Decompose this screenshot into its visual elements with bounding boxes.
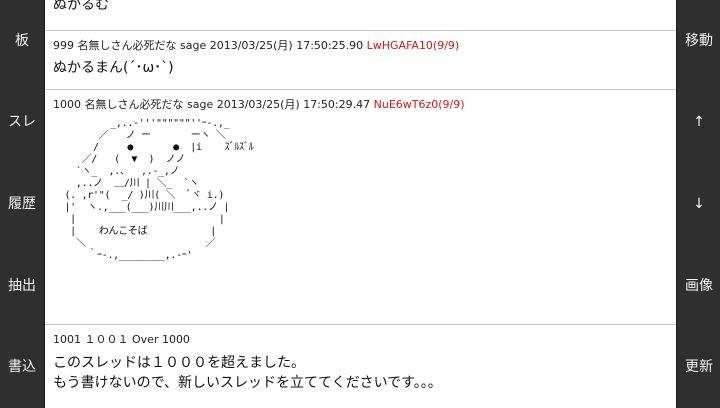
post-1000: 1000 名無しさん必死だな sage 2013/03/25(月) 17:50:… bbox=[45, 90, 676, 325]
post-name: 名無しさん必死だな bbox=[84, 98, 184, 111]
post-998: ぬかるむ bbox=[45, 0, 676, 31]
post-id[interactable]: LwHGAFA10(9/9) bbox=[367, 39, 460, 52]
right-nav: 移動 ↑ ↓ 画像 更新 bbox=[676, 0, 720, 408]
scroll-down-button[interactable]: ↓ bbox=[677, 174, 720, 234]
nav-history-button[interactable]: 履歴 bbox=[0, 174, 44, 234]
post-1001: 1001 １００１ Over 1000 このスレッドは１０００を超えました。 も… bbox=[45, 325, 676, 408]
post-mail: sage bbox=[180, 39, 207, 52]
nav-board-button[interactable]: 板 bbox=[0, 11, 44, 71]
post-body: このスレッドは１０００を超えました。 もう書けないので、新しいスレッドを立ててく… bbox=[53, 355, 442, 391]
nav-move-button[interactable]: 移動 bbox=[677, 11, 720, 71]
ascii-art: _,..-'''""""""''ｰ-.,_ ／ ノ ー ーヽ ＼ / ● ● |… bbox=[64, 118, 254, 261]
post-number[interactable]: 1000 bbox=[53, 98, 81, 111]
post-name: 名無しさん必死だな bbox=[77, 39, 177, 52]
post-header: 1001 １００１ Over 1000 bbox=[53, 333, 190, 346]
nav-write-button[interactable]: 書込 bbox=[0, 337, 44, 397]
post-mail: sage bbox=[187, 98, 214, 111]
post-date: 2013/03/25(月) 17:50:25.90 bbox=[209, 39, 364, 52]
post-date: 2013/03/25(月) 17:50:29.47 bbox=[216, 98, 371, 111]
post-body: ぬかるまん(´･ω･`) bbox=[53, 60, 174, 76]
post-header: 1000 名無しさん必死だな sage 2013/03/25(月) 17:50:… bbox=[53, 90, 676, 112]
left-nav: 板 スレ 履歴 抽出 書込 bbox=[0, 0, 45, 408]
nav-thread-button[interactable]: スレ bbox=[0, 92, 44, 152]
post-number[interactable]: 999 bbox=[53, 39, 74, 52]
scroll-up-button[interactable]: ↑ bbox=[677, 92, 720, 152]
post-header: 999 名無しさん必死だな sage 2013/03/25(月) 17:50:2… bbox=[53, 31, 676, 53]
post-body: ぬかるむ bbox=[53, 0, 109, 13]
post-id[interactable]: NuE6wT6z0(9/9) bbox=[374, 98, 465, 111]
nav-extract-button[interactable]: 抽出 bbox=[0, 256, 44, 316]
thread-view[interactable]: ぬかるむ 999 名無しさん必死だな sage 2013/03/25(月) 17… bbox=[45, 0, 676, 408]
post-999: 999 名無しさん必死だな sage 2013/03/25(月) 17:50:2… bbox=[45, 31, 676, 90]
nav-refresh-button[interactable]: 更新 bbox=[677, 337, 720, 397]
nav-images-button[interactable]: 画像 bbox=[677, 256, 720, 316]
